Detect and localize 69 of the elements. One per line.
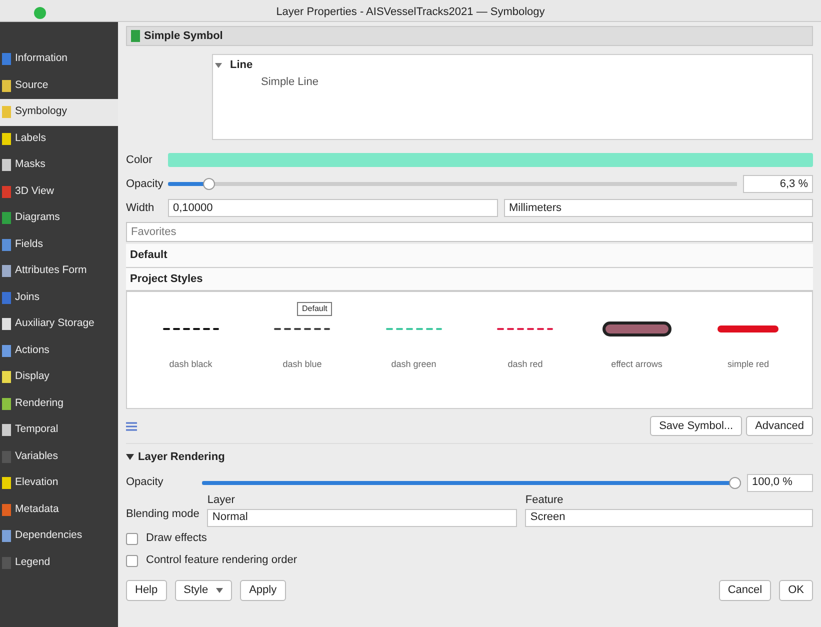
dialog-button[interactable]: Help [126, 580, 167, 601]
slider-handle[interactable] [729, 476, 741, 488]
dialog-button[interactable]: Style [174, 580, 232, 601]
caret-icon[interactable] [216, 588, 224, 593]
sidebar-item[interactable]: Dependencies [0, 523, 118, 550]
sidebar-item[interactable]: Information [0, 46, 118, 72]
sidebar-item[interactable]: Symbology [0, 99, 118, 126]
sidebar-item[interactable]: Diagrams [0, 205, 118, 232]
line-preview-icon[interactable] [602, 320, 672, 338]
field-label: Width [126, 200, 156, 216]
opacity-field[interactable]: 100,0 % [747, 474, 813, 492]
style-name: effect arrows [611, 358, 662, 371]
slider-handle[interactable] [203, 178, 216, 190]
sidebar-item[interactable]: Attributes Form [0, 258, 118, 284]
sidebar-item[interactable]: 3D View [0, 178, 118, 205]
sidebar-item[interactable]: Metadata [0, 496, 118, 523]
width-field[interactable]: 0,10000 [168, 199, 498, 217]
group-header[interactable]: Project Styles [126, 268, 813, 291]
sidebar-item[interactable]: Temporal [0, 417, 118, 444]
blend-dropdown[interactable]: Normal [207, 508, 518, 526]
tree-item[interactable]: Simple Line [221, 74, 804, 90]
sidebar-item[interactable]: Variables [0, 444, 118, 470]
field-label: Layer [207, 493, 236, 508]
save-symbol-button[interactable]: Save Symbol... [650, 416, 742, 436]
symbol-icon [131, 30, 140, 42]
advanced-button[interactable]: Advanced [746, 416, 813, 436]
checkbox[interactable] [126, 532, 138, 544]
section-header[interactable]: Layer Rendering [138, 449, 225, 466]
color-button[interactable] [168, 153, 813, 167]
window-title: Layer Properties - AISVesselTracks2021 — Symbology [276, 5, 545, 20]
style-name: dash blue [282, 358, 322, 371]
sidebar-item[interactable]: Joins [0, 284, 118, 311]
field-label: Blending mode [126, 507, 200, 522]
caret-icon[interactable] [215, 62, 222, 69]
list-view-icon[interactable] [126, 422, 137, 430]
sidebar-item[interactable]: Masks [0, 152, 118, 178]
sidebar-item[interactable]: Elevation [0, 470, 118, 496]
sidebar-item[interactable]: Legend [0, 550, 118, 576]
sidebar-item[interactable]: Rendering [0, 390, 118, 417]
checkbox[interactable] [126, 554, 138, 566]
search-field[interactable]: Favorites [126, 222, 813, 242]
group-header[interactable]: Default [126, 244, 813, 268]
dialog-button[interactable]: OK [779, 580, 813, 601]
opacity-field[interactable]: 6,3 % [743, 175, 813, 193]
checkbox-label: Control feature rendering order [146, 553, 298, 568]
style-name: simple red [727, 358, 769, 371]
window-control-icon[interactable] [34, 7, 46, 19]
field-label: Color [126, 152, 154, 168]
field-label: Feature [525, 493, 564, 508]
expand-icon[interactable] [126, 453, 134, 462]
sidebar-item[interactable]: Labels [0, 126, 118, 152]
tooltip: Default [297, 302, 332, 316]
dialog-button[interactable]: Cancel [718, 580, 772, 601]
tree-item[interactable]: Line [230, 57, 253, 74]
field-label: Opacity [126, 475, 164, 490]
sidebar-item[interactable]: Source [0, 72, 118, 99]
style-name: dash black [169, 358, 212, 371]
style-name: dash green [391, 358, 436, 371]
renderer-selector[interactable]: Simple Symbol [126, 26, 813, 46]
unit-dropdown[interactable]: Millimeters [504, 199, 813, 217]
dialog-button[interactable]: Apply [240, 580, 286, 601]
field-label: Opacity [126, 176, 162, 192]
sidebar-item[interactable]: Display [0, 364, 118, 390]
style-name: dash red [508, 358, 543, 371]
sidebar-item[interactable]: Auxiliary Storage [0, 311, 118, 338]
sidebar-item[interactable]: Actions [0, 338, 118, 364]
sidebar-item[interactable]: Fields [0, 232, 118, 258]
checkbox-label: Draw effects [146, 531, 207, 546]
blend-dropdown[interactable]: Screen [525, 508, 813, 526]
